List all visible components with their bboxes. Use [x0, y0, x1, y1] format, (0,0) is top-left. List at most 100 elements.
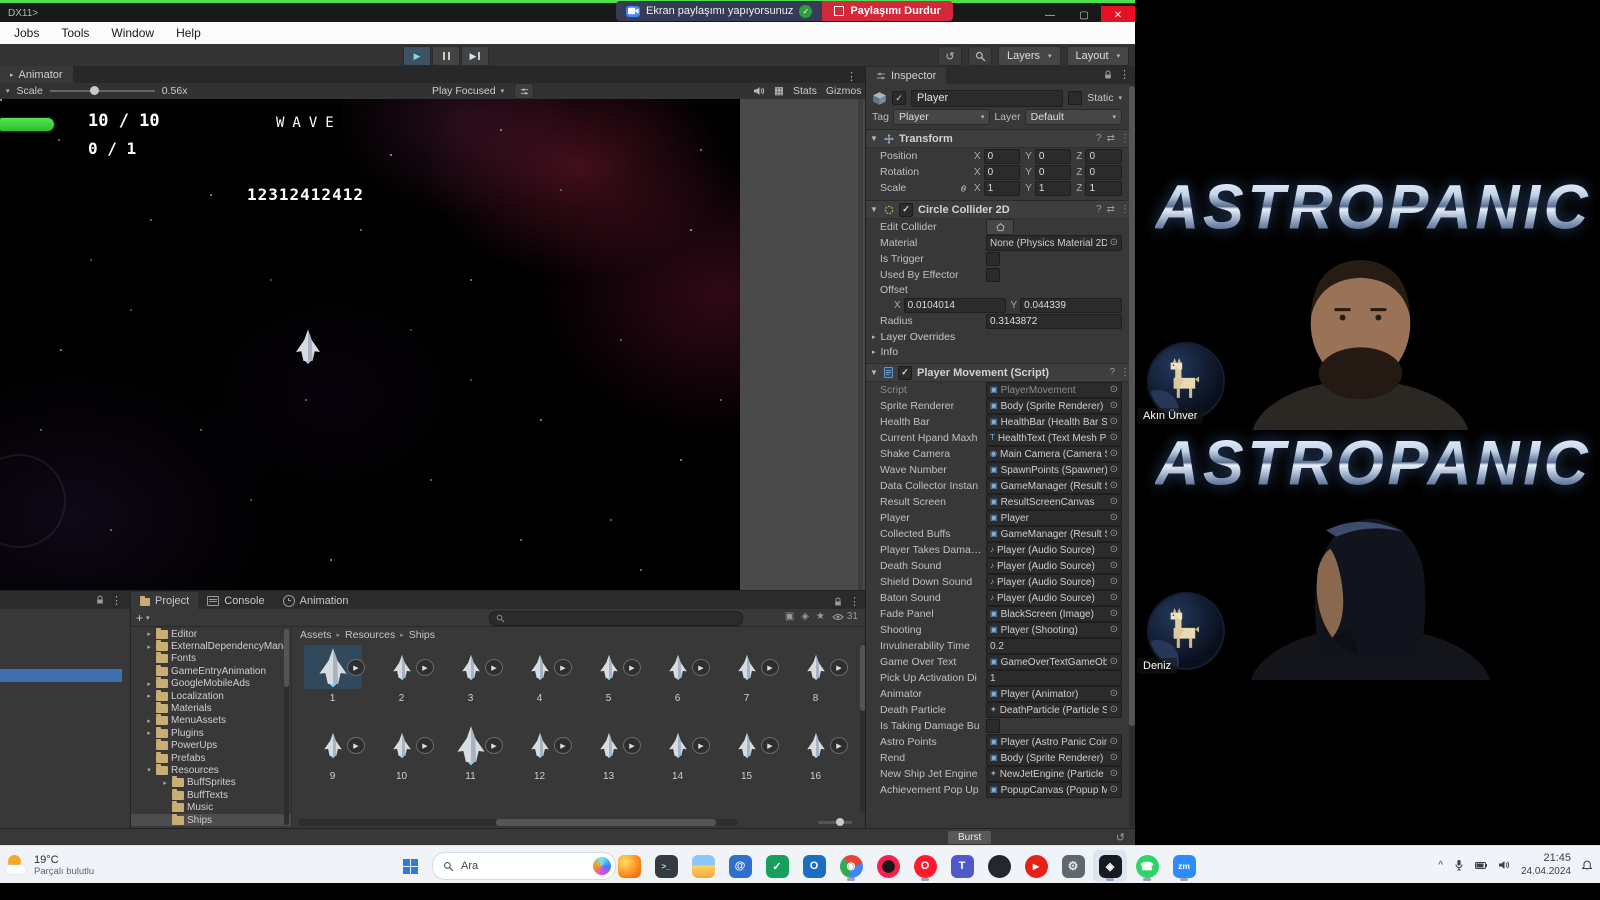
asset-item[interactable]: ▶ 11	[436, 721, 505, 799]
object-picker-icon[interactable]: ⊙	[1110, 465, 1118, 475]
foldout-arrow-icon[interactable]: ▸	[145, 680, 153, 688]
asset-item[interactable]: ▶ 14	[643, 721, 712, 799]
object-picker-icon[interactable]: ⊙	[1110, 513, 1118, 523]
panel-tab[interactable]: Project	[131, 592, 199, 609]
object-picker-icon[interactable]: ⊙	[1110, 609, 1118, 619]
axis-z-input[interactable]: 1	[1085, 180, 1122, 196]
chrome-icon[interactable]: ◉	[834, 850, 868, 882]
search-by-type-icon[interactable]: ▣	[785, 611, 794, 622]
axis-y-input[interactable]: 1	[1034, 180, 1072, 196]
layer-overrides-foldout[interactable]: ▸ Layer Overrides	[866, 329, 1136, 344]
grid-hscrollbar[interactable]	[298, 819, 738, 826]
folder-tree-item[interactable]: Materials	[131, 702, 291, 714]
display-dropdown-icon[interactable]: ▾	[6, 87, 10, 95]
component-header-transform[interactable]: ▼ Transform ? ⇄ ⋮	[866, 129, 1136, 148]
asset-item[interactable]: ▶ 6	[643, 643, 712, 721]
opera-gx-icon[interactable]	[871, 850, 905, 882]
panel-menu-icon[interactable]: ⋮	[111, 594, 122, 607]
object-picker-icon[interactable]: ⊙	[1110, 577, 1118, 587]
microphone-icon[interactable]	[1454, 859, 1464, 871]
asset-item[interactable]: ▶ 12	[505, 721, 574, 799]
asset-item[interactable]: ▶ 16	[781, 721, 850, 799]
help-icon[interactable]: ?	[1109, 367, 1115, 378]
axis-y-input[interactable]: 0	[1034, 148, 1072, 164]
offset-x-input[interactable]: 0.0104014	[903, 297, 1006, 313]
object-picker-icon[interactable]: ⊙	[1110, 417, 1118, 427]
gameobject-name-input[interactable]: Player	[911, 89, 1064, 107]
material-object-field[interactable]: None (Physics Material 2D) ⊙	[986, 235, 1122, 251]
expand-subassets-icon[interactable]: ▶	[346, 737, 365, 754]
menu-item[interactable]: Tools	[61, 26, 89, 40]
object-picker-icon[interactable]: ⊙	[1110, 657, 1118, 667]
scale-slider[interactable]	[49, 86, 155, 95]
expand-subassets-icon[interactable]: ▶	[829, 737, 848, 754]
folder-tree-item[interactable]: ▸ Localization	[131, 689, 291, 702]
undo-history-button[interactable]: ↺	[938, 46, 962, 66]
foldout-arrow-icon[interactable]: ▸	[145, 717, 153, 725]
volume-icon[interactable]	[1498, 860, 1510, 870]
expand-subassets-icon[interactable]: ▶	[484, 659, 503, 676]
layout-dropdown[interactable]: Layout ▾	[1066, 46, 1130, 66]
object-field[interactable]: ▣ HealthBar (Health Bar Scr ⊙	[986, 414, 1122, 430]
folder-tree-item[interactable]: ▸ Plugins	[131, 726, 291, 739]
favorites-icon[interactable]: ★	[816, 611, 825, 622]
object-picker-icon[interactable]: ⊙	[1110, 529, 1118, 539]
start-button[interactable]	[397, 854, 423, 878]
tree-scrollbar-thumb[interactable]	[284, 629, 289, 687]
object-field[interactable]: ◉ Main Camera (Camera Sh ⊙	[986, 446, 1122, 462]
folder-tree-item[interactable]: ▾ Resources	[131, 763, 291, 776]
lock-icon[interactable]	[833, 597, 843, 607]
asset-item[interactable]: ▶ 8	[781, 643, 850, 721]
object-field[interactable]: ▣ GameManager (Result Sc ⊙	[986, 478, 1122, 494]
component-header-player-movement[interactable]: ▼ ✓ Player Movement (Script) ? ⋮	[866, 363, 1136, 382]
thumbnail-size-knob[interactable]	[836, 818, 844, 826]
folder-tree-item[interactable]: ▸ BuffSprites	[131, 776, 291, 789]
axis-z-input[interactable]: 0	[1085, 164, 1122, 180]
component-enabled-checkbox[interactable]: ✓	[899, 202, 913, 217]
axis-x-input[interactable]: 1	[983, 180, 1021, 196]
project-search-input[interactable]	[489, 611, 743, 626]
axis-y-input[interactable]: 0	[1034, 164, 1072, 180]
taskbar-search-input[interactable]: Ara	[432, 852, 616, 880]
asset-item[interactable]: ▶ 4	[505, 643, 574, 721]
unity-icon[interactable]: ◈	[1093, 850, 1127, 882]
search-by-label-icon[interactable]: ◈	[801, 611, 809, 622]
asset-item[interactable]: ▶ 1	[298, 643, 367, 721]
object-field[interactable]: ▣ Player (Shooting) ⊙	[986, 622, 1122, 638]
foldout-arrow-icon[interactable]: ▸	[145, 630, 153, 638]
gizmos-dropdown[interactable]: Gizmos▾	[826, 85, 869, 97]
asset-item[interactable]: ▶ 7	[712, 643, 781, 721]
panel-menu-icon[interactable]: ⋮	[846, 70, 865, 83]
folder-tree-item[interactable]: GameEntryAnimation	[131, 664, 291, 677]
battery-icon[interactable]	[1475, 862, 1487, 869]
expand-subassets-icon[interactable]: ▶	[346, 659, 365, 676]
expand-subassets-icon[interactable]: ▶	[484, 737, 503, 754]
expand-subassets-icon[interactable]: ▶	[415, 737, 434, 754]
edit-collider-button[interactable]	[986, 219, 1014, 235]
is-trigger-checkbox[interactable]: ✓	[986, 252, 1000, 266]
object-field[interactable]: ▣ Player (Astro Panic Coin ⊙	[986, 734, 1122, 750]
teams-icon[interactable]: T	[945, 850, 979, 882]
folder-tree-item[interactable]: BuffTexts	[131, 788, 291, 801]
object-picker-icon[interactable]: ⊙	[1110, 689, 1118, 699]
asset-item[interactable]: ▶ 15	[712, 721, 781, 799]
opera-icon[interactable]: O	[908, 850, 942, 882]
object-field[interactable]: ▣ Player (Animator) ⊙	[986, 686, 1122, 702]
static-dropdown-icon[interactable]: ▾	[1118, 94, 1122, 102]
component-enabled-checkbox[interactable]: ✓	[898, 365, 912, 380]
burst-status[interactable]: Burst	[948, 831, 992, 844]
axis-x-input[interactable]: 0	[983, 148, 1021, 164]
object-field[interactable]: ▣ Player ⊙	[986, 510, 1122, 526]
stop-share-button[interactable]: Paylaşımı Durdur	[822, 1, 953, 21]
folder-tree-item[interactable]: Ships	[131, 813, 291, 827]
settings-icon[interactable]: ⚙	[1056, 850, 1090, 882]
folder-tree-item[interactable]: PowerUps	[131, 739, 291, 752]
mute-audio-icon[interactable]	[753, 86, 765, 96]
copilot-icon[interactable]	[593, 857, 611, 875]
panel-tab[interactable]: Console	[198, 592, 273, 609]
clock-widget[interactable]: 21:45 24.04.2024	[1521, 852, 1571, 878]
property-checkbox[interactable]	[986, 719, 1000, 733]
mail-icon[interactable]: @	[723, 850, 757, 882]
panel-menu-icon[interactable]: ⋮	[1119, 68, 1130, 81]
thumbnail-size-slider[interactable]	[818, 818, 852, 826]
